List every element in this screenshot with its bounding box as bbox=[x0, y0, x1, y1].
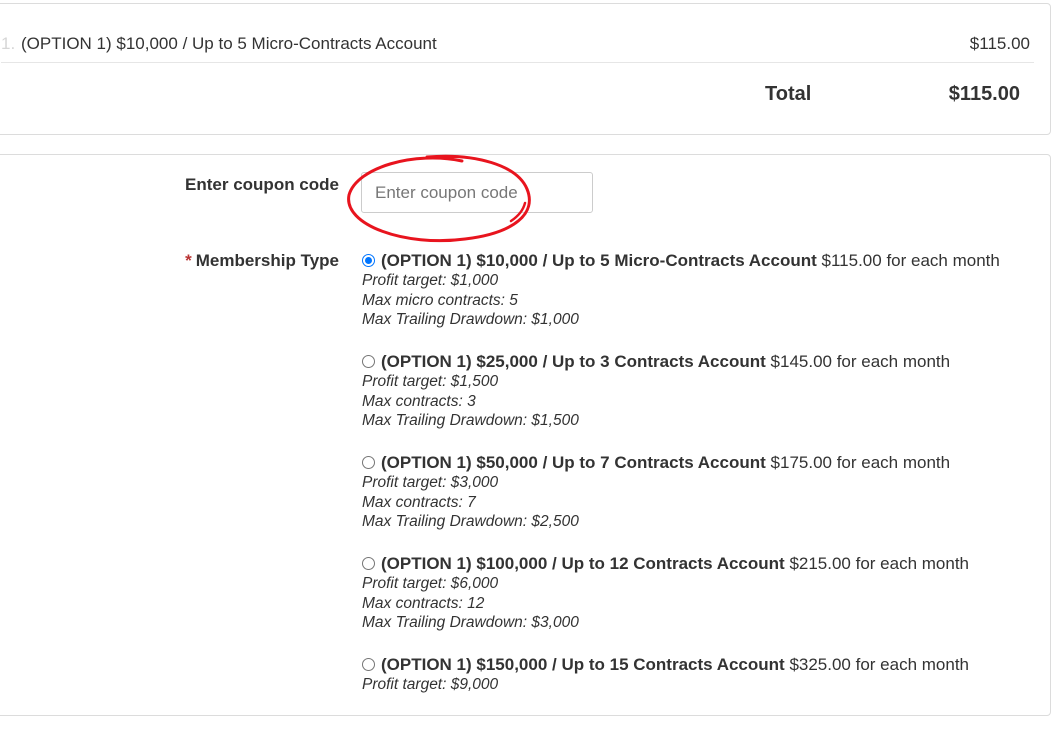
membership-option[interactable]: (OPTION 1) $10,000 / Up to 5 Micro-Contr… bbox=[362, 251, 1000, 352]
option-detail: Max Trailing Drawdown: $1,500 bbox=[362, 412, 579, 429]
option-name: (OPTION 1) $10,000 / Up to 5 Micro-Contr… bbox=[381, 251, 817, 270]
radio-button[interactable] bbox=[362, 456, 375, 469]
membership-type-label-text: Membership Type bbox=[195, 251, 339, 270]
option-detail: Profit target: $6,000 bbox=[362, 575, 499, 592]
option-detail: Max Trailing Drawdown: $1,000 bbox=[362, 311, 579, 328]
radio-button[interactable] bbox=[362, 658, 375, 671]
option-detail: Profit target: $1,500 bbox=[362, 373, 499, 390]
order-line-item: 1. (OPTION 1) $10,000 / Up to 5 Micro-Co… bbox=[1, 22, 1034, 63]
option-name: (OPTION 1) $50,000 / Up to 7 Contracts A… bbox=[381, 453, 766, 472]
option-price: $115.00 for each month bbox=[821, 251, 1000, 270]
total-label: Total bbox=[765, 83, 812, 105]
line-item-name: (OPTION 1) $10,000 / Up to 5 Micro-Contr… bbox=[21, 34, 437, 53]
option-name: (OPTION 1) $150,000 / Up to 15 Contracts… bbox=[381, 655, 785, 674]
option-detail: Max contracts: 3 bbox=[362, 392, 476, 410]
radio-button[interactable] bbox=[362, 355, 375, 368]
option-price: $215.00 for each month bbox=[789, 554, 970, 573]
option-name: (OPTION 1) $100,000 / Up to 12 Contracts… bbox=[381, 554, 785, 573]
option-detail: Profit target: $3,000 bbox=[362, 474, 499, 491]
option-price: $325.00 for each month bbox=[789, 655, 970, 674]
line-item-price: $115.00 bbox=[969, 34, 1030, 53]
option-detail: Profit target: $1,000 bbox=[362, 272, 499, 289]
membership-options: (OPTION 1) $10,000 / Up to 5 Micro-Contr… bbox=[362, 251, 1000, 756]
total-value: $115.00 bbox=[948, 83, 1020, 105]
coupon-label: Enter coupon code bbox=[185, 175, 339, 194]
membership-option[interactable]: (OPTION 1) $50,000 / Up to 7 Contracts A… bbox=[362, 453, 1000, 554]
option-detail: Max micro contracts: 5 bbox=[362, 291, 518, 309]
option-detail: Max Trailing Drawdown: $2,500 bbox=[362, 513, 579, 530]
order-summary-panel: 1. (OPTION 1) $10,000 / Up to 5 Micro-Co… bbox=[0, 3, 1051, 135]
option-detail: Profit target: $9,000 bbox=[362, 676, 499, 693]
option-name: (OPTION 1) $25,000 / Up to 3 Contracts A… bbox=[381, 352, 766, 371]
option-detail: Max contracts: 7 bbox=[362, 493, 476, 511]
membership-form-panel: Enter coupon code *Membership Type (OPTI… bbox=[0, 154, 1051, 716]
line-number: 1. bbox=[1, 34, 16, 53]
membership-option[interactable]: (OPTION 1) $25,000 / Up to 3 Contracts A… bbox=[362, 352, 1000, 453]
required-asterisk: * bbox=[185, 251, 192, 270]
membership-option[interactable]: (OPTION 1) $150,000 / Up to 15 Contracts… bbox=[362, 655, 1000, 756]
option-price: $175.00 for each month bbox=[770, 453, 951, 472]
membership-option[interactable]: (OPTION 1) $100,000 / Up to 12 Contracts… bbox=[362, 554, 1000, 655]
option-detail: Max Trailing Drawdown: $3,000 bbox=[362, 614, 579, 631]
radio-button[interactable] bbox=[362, 557, 375, 570]
option-detail: Max contracts: 12 bbox=[362, 594, 485, 612]
option-price: $145.00 for each month bbox=[770, 352, 951, 371]
coupon-input[interactable] bbox=[361, 172, 593, 213]
radio-button[interactable] bbox=[362, 254, 375, 267]
membership-type-label: * Membership Type bbox=[185, 251, 339, 271]
